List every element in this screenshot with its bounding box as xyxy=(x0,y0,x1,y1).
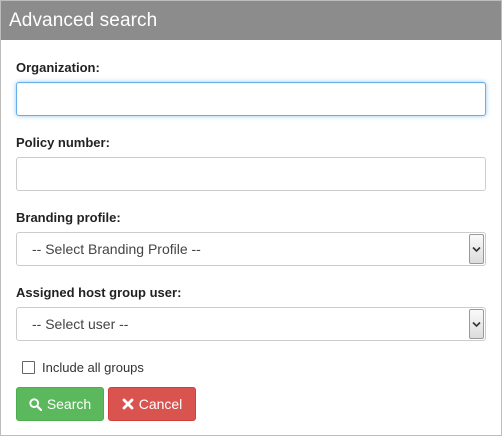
search-icon xyxy=(29,397,42,411)
dialog-title: Advanced search xyxy=(1,1,501,40)
branding-profile-select[interactable]: -- Select Branding Profile -- xyxy=(16,232,486,266)
cancel-button-label: Cancel xyxy=(138,396,183,412)
include-all-groups-label: Include all groups xyxy=(42,360,144,375)
advanced-search-dialog: Advanced search Organization: Policy num… xyxy=(0,0,502,436)
search-form: Organization: Policy number: Branding pr… xyxy=(1,60,501,375)
host-group-user-select[interactable]: -- Select user -- xyxy=(16,307,486,341)
search-button[interactable]: Search xyxy=(16,387,104,421)
organization-label: Organization: xyxy=(16,60,100,75)
policy-number-input[interactable] xyxy=(16,157,486,191)
branding-profile-selected: -- Select Branding Profile -- xyxy=(32,241,201,257)
chevron-down-icon[interactable] xyxy=(469,309,484,339)
include-all-groups-row[interactable]: Include all groups xyxy=(16,360,486,375)
host-group-user-selected: -- Select user -- xyxy=(32,316,129,332)
host-group-user-label: Assigned host group user: xyxy=(16,285,182,300)
close-icon xyxy=(122,398,134,410)
branding-profile-label: Branding profile: xyxy=(16,210,121,225)
chevron-down-icon[interactable] xyxy=(469,234,484,264)
organization-input[interactable] xyxy=(16,82,486,116)
include-all-groups-checkbox[interactable] xyxy=(22,361,35,374)
search-button-label: Search xyxy=(46,396,92,412)
policy-number-label: Policy number: xyxy=(16,135,110,150)
cancel-button[interactable]: Cancel xyxy=(108,387,196,421)
